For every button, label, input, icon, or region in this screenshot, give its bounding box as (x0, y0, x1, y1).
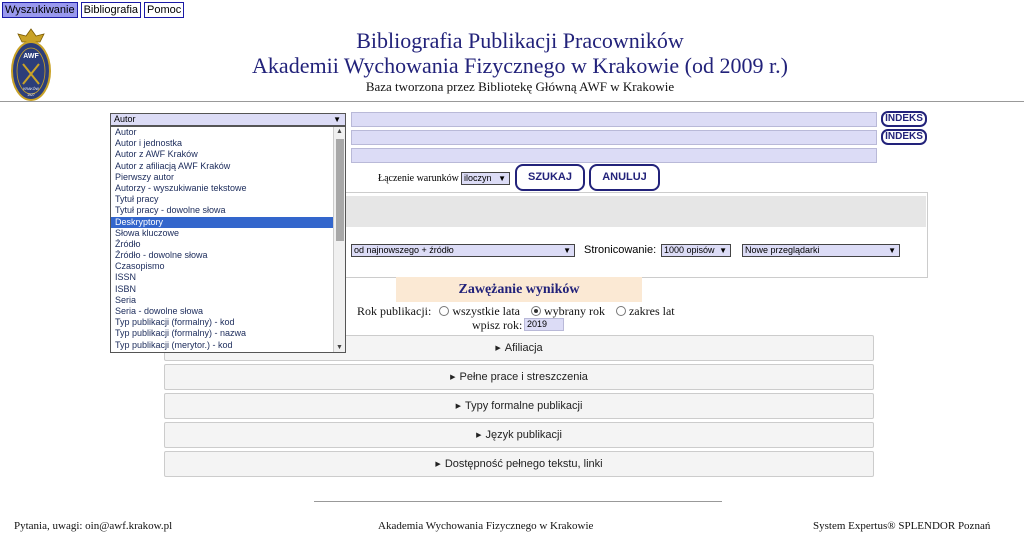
dropdown-option[interactable]: Deskryptory (111, 216, 345, 228)
triangle-right-icon: ▶ (450, 374, 456, 381)
top-tabs: Wyszukiwanie Bibliografia Pomoc (2, 2, 185, 18)
field-select-value: Autor (114, 114, 136, 124)
dropdown-option[interactable]: Typ publikacji (formalny) - kod (111, 317, 345, 328)
condition-select-value: iloczyn (464, 173, 492, 183)
chevron-down-icon: ▼ (333, 115, 341, 124)
search-input-1[interactable] (351, 112, 877, 127)
tab-wyszukiwanie[interactable]: Wyszukiwanie (2, 2, 78, 18)
page-title-line2: Akademii Wychowania Fizycznego w Krakowi… (252, 53, 788, 78)
triangle-right-icon: ▶ (455, 403, 461, 410)
chevron-down-icon: ▼ (563, 246, 571, 255)
scroll-up-icon[interactable]: ▲ (336, 128, 343, 135)
triangle-right-icon: ▶ (495, 345, 501, 352)
section-label: Dostępność pełnego tekstu, linki (444, 458, 603, 470)
condition-select[interactable]: iloczyn ▼ (461, 172, 510, 185)
dropdown-option[interactable]: Czasopismo (111, 261, 345, 272)
radio-all-years[interactable] (439, 306, 450, 316)
section-label: Język publikacji (485, 429, 562, 441)
cancel-button[interactable]: ANULUJ (589, 164, 660, 191)
radio-all-years-label: wszystkie lata (452, 304, 520, 318)
view-select-value: Nowe przeglądarki (745, 245, 820, 255)
narrowing-title: Zawężanie wyników (396, 277, 642, 302)
page-title-line1: Bibliografia Publikacji Pracowników (356, 28, 684, 53)
dropdown-option[interactable]: Autor z AWF Kraków (111, 149, 345, 160)
tab-pomoc[interactable]: Pomoc (144, 2, 185, 18)
search-input-2[interactable] (351, 130, 877, 145)
dropdown-option[interactable]: Słowa kluczowe (111, 228, 345, 239)
section-label: Pełne prace i streszczenia (459, 371, 588, 383)
triangle-right-icon: ▶ (435, 461, 441, 468)
footer-divider (314, 501, 722, 502)
section-label: Afiliacja (504, 342, 543, 354)
dropdown-option[interactable]: Tytuł pracy (111, 194, 345, 205)
section-label: Typy formalne publikacji (465, 400, 583, 412)
dropdown-option[interactable]: Autor z afiliacją AWF Kraków (111, 161, 345, 172)
dropdown-option[interactable]: Źródło (111, 239, 345, 250)
chevron-down-icon: ▼ (498, 174, 506, 183)
sort-select-value: od najnowszego + źródło (354, 245, 454, 255)
scroll-down-icon[interactable]: ▼ (336, 344, 343, 351)
indeks-button-1[interactable]: INDEKS (881, 111, 927, 127)
indeks-button-2[interactable]: INDEKS (881, 129, 927, 145)
dropdown-option[interactable]: Typ publikacji (merytor.) - kod (111, 340, 345, 351)
section-typy-formalne[interactable]: ▶ Typy formalne publikacji (164, 393, 874, 419)
footer-institution: Akademia Wychowania Fizycznego w Krakowi… (378, 520, 594, 532)
search-input-3[interactable] (351, 148, 877, 163)
radio-selected-year[interactable] (530, 306, 541, 316)
options-gray-area (346, 196, 926, 227)
dropdown-option[interactable]: Seria (111, 295, 345, 306)
page-subtitle: Baza tworzona przez Bibliotekę Główną AW… (365, 79, 675, 94)
dropdown-option[interactable]: ISBN (111, 284, 345, 295)
chevron-down-icon: ▼ (888, 246, 896, 255)
field-dropdown-list: Autor Autor i jednostka Autor z AWF Kraków… (110, 126, 346, 353)
view-select[interactable]: Nowe przeglądarki ▼ (742, 244, 900, 257)
year-filter-row: Rok publikacji: wszystkie lata wybrany r… (357, 304, 675, 319)
paging-select[interactable]: 1000 opisów ▼ (661, 244, 731, 257)
scrollbar-thumb[interactable] (336, 139, 344, 241)
dropdown-option[interactable]: Autor i jednostka (111, 138, 345, 149)
dropdown-option[interactable]: Typ publikacji (formalny) - nazwa (111, 328, 345, 339)
dropdown-option[interactable]: Tytuł pracy - dowolne słowa (111, 205, 345, 216)
year-label: Rok publikacji: (357, 304, 432, 318)
condition-label: Łączenie warunków (378, 173, 459, 184)
footer-system: System Expertus® SPLENDOR Poznań (813, 520, 991, 532)
paging-select-value: 1000 opisów (664, 245, 715, 255)
dropdown-option[interactable]: Seria - dowolne słowa (111, 306, 345, 317)
section-pelne-prace[interactable]: ▶ Pełne prace i streszczenia (164, 364, 874, 390)
dropdown-option[interactable]: Pierwszy autor (111, 172, 345, 183)
tab-bibliografia[interactable]: Bibliografia (80, 2, 142, 18)
search-button[interactable]: SZUKAJ (515, 164, 585, 191)
radio-year-range[interactable] (615, 306, 626, 316)
section-jezyk[interactable]: ▶ Język publikacji (164, 422, 874, 448)
radio-selected-year-label: wybrany rok (543, 304, 605, 318)
paging-label: Stronicowanie: (584, 244, 657, 256)
radio-year-range-label: zakres lat (628, 304, 675, 318)
year-input[interactable]: 2019 (524, 318, 564, 331)
section-dostepnosc[interactable]: ▶ Dostępność pełnego tekstu, linki (164, 451, 874, 477)
footer-contact[interactable]: Pytania, uwagi: oin@awf.krakow.pl (14, 520, 172, 532)
dropdown-option[interactable]: Autorzy - wyszukiwanie tekstowe (111, 183, 345, 194)
enter-year-label: wpisz rok: (472, 318, 523, 332)
triangle-right-icon: ▶ (476, 432, 482, 439)
dropdown-option[interactable]: Autor (111, 127, 345, 138)
dropdown-scrollbar[interactable]: ▲ ▼ (333, 127, 345, 352)
dropdown-option[interactable]: ISSN (111, 272, 345, 283)
sort-select[interactable]: od najnowszego + źródło ▼ (351, 244, 575, 257)
dropdown-option[interactable]: Źródło - dowolne słowa (111, 250, 345, 261)
field-select[interactable]: Autor ▼ (110, 113, 346, 126)
header-divider (0, 101, 1024, 102)
chevron-down-icon: ▼ (719, 246, 727, 255)
